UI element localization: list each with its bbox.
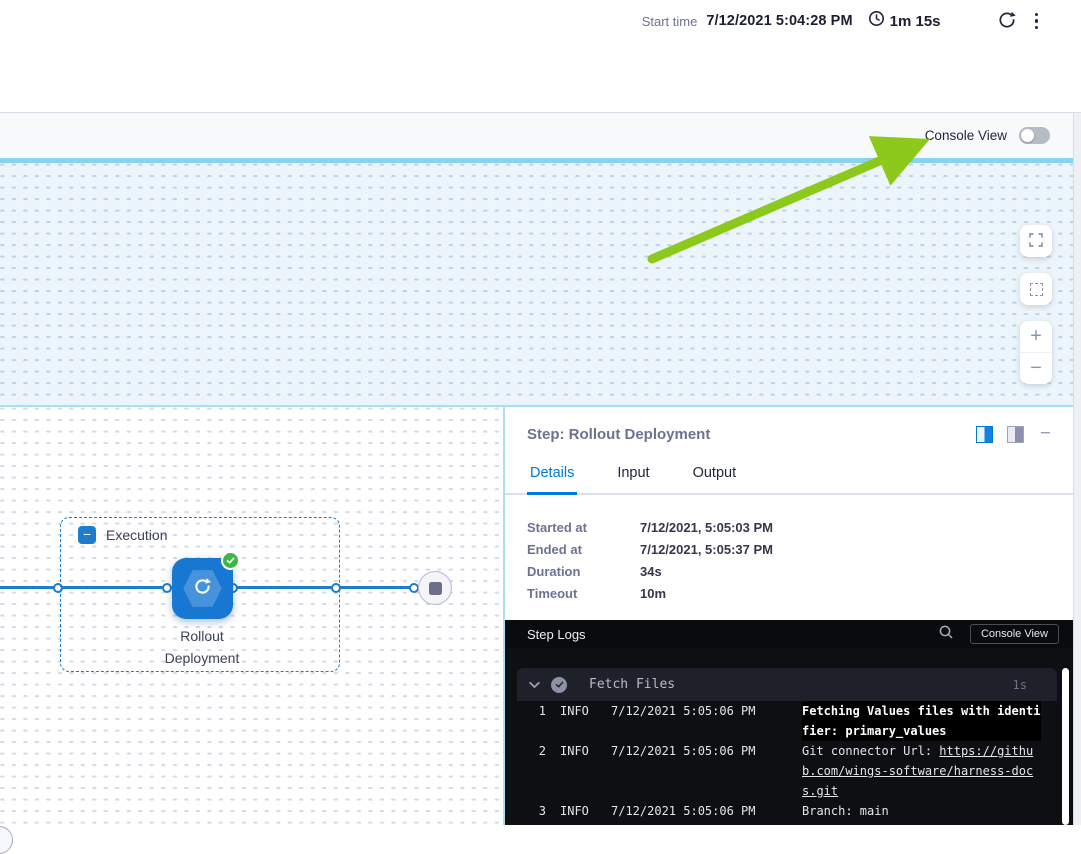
logs-scrollbar[interactable] — [1062, 668, 1069, 825]
more-options-button[interactable] — [1033, 11, 1041, 32]
step-logs-header: Step Logs Console View — [505, 620, 1073, 648]
zoom-in-button[interactable]: + — [1020, 321, 1052, 353]
layout-bottom-icon[interactable] — [1007, 426, 1024, 443]
canvas-zoom-controls: + − — [1020, 225, 1052, 384]
log-group-duration: 1s — [1013, 678, 1027, 692]
field-value: 10m — [640, 586, 773, 601]
start-time-value: 7/12/2021 5:04:28 PM — [706, 13, 852, 29]
logs-console-view-button[interactable]: Console View — [970, 624, 1059, 644]
log-timestamp: 7/12/2021 5:05:06 PM — [611, 701, 757, 721]
end-node[interactable] — [418, 571, 452, 605]
tab-output[interactable]: Output — [690, 463, 740, 495]
node-label: Rollout Deployment — [142, 625, 262, 669]
stop-icon — [429, 582, 442, 595]
zoom-button-group: + − — [1020, 321, 1052, 384]
success-badge-icon — [221, 551, 240, 570]
rollout-icon — [192, 576, 213, 602]
zoom-out-icon: − — [1030, 358, 1042, 378]
execution-group-label: Execution — [106, 527, 167, 543]
toggle-knob — [1021, 129, 1034, 142]
collapse-group-button[interactable]: − — [78, 526, 96, 544]
log-line-number: 3 — [517, 801, 546, 821]
log-level: INFO — [560, 801, 590, 821]
tab-details[interactable]: Details — [527, 463, 577, 495]
minimize-icon: − — [1040, 423, 1051, 444]
search-icon[interactable] — [938, 624, 954, 645]
zoom-in-icon: + — [1030, 326, 1042, 346]
console-view-label: Console View — [925, 128, 1007, 143]
zoom-out-button[interactable]: − — [1020, 353, 1052, 385]
page-scrollbar-track[interactable] — [1073, 113, 1081, 825]
clock-icon — [868, 10, 885, 32]
logs-header-actions: Console View — [938, 624, 1059, 645]
field-label: Timeout — [527, 586, 640, 601]
step-detail-fields: Started at 7/12/2021, 5:05:03 PM Ended a… — [527, 520, 773, 601]
log-row: 3 INFO 7/12/2021 5:05:06 PM Branch: main — [505, 801, 1057, 821]
field-value: 7/12/2021, 5:05:03 PM — [640, 520, 773, 535]
group-success-icon — [551, 677, 567, 693]
step-graph-canvas[interactable]: − Execution Rollout Deployment — [0, 407, 505, 825]
tab-input[interactable]: Input — [614, 463, 652, 495]
top-bar: Start time 7/12/2021 5:04:28 PM 1m 15s — [0, 0, 1081, 113]
fullscreen-button[interactable] — [1020, 225, 1052, 257]
log-line-number: 2 — [517, 741, 546, 761]
elapsed-time-value: 1m 15s — [890, 13, 941, 30]
collapse-icon: − — [83, 527, 91, 541]
log-group-fetch-files[interactable]: Fetch Files 1s — [517, 668, 1057, 701]
kebab-icon — [1035, 13, 1039, 17]
fullscreen-icon — [1029, 233, 1043, 250]
rollout-deployment-node[interactable] — [172, 558, 233, 619]
log-message: Fetching Values files with identifier: p… — [802, 701, 1041, 741]
log-message: Branch: main — [802, 801, 1041, 821]
start-node-partial — [0, 826, 13, 854]
step-logs-panel: Step Logs Console View Fetch Files 1s 1 … — [505, 620, 1073, 825]
log-timestamp: 7/12/2021 5:05:06 PM — [611, 741, 757, 761]
field-value: 7/12/2021, 5:05:37 PM — [640, 542, 773, 557]
panel-layout-controls: − — [976, 426, 1053, 443]
log-timestamp: 7/12/2021 5:05:06 PM — [611, 801, 757, 821]
step-panel-title: Step: Rollout Deployment — [527, 426, 710, 443]
stage-toolbar: Console View — [0, 113, 1073, 158]
field-value: 34s — [640, 564, 773, 579]
chevron-down-icon — [529, 676, 540, 694]
fit-to-screen-button[interactable] — [1020, 273, 1052, 305]
log-row: 2 INFO 7/12/2021 5:05:06 PM Git connecto… — [505, 741, 1057, 801]
field-label: Duration — [527, 564, 640, 579]
log-lines: 1 INFO 7/12/2021 5:05:06 PM Fetching Val… — [505, 701, 1057, 825]
minimize-panel-button[interactable]: − — [1038, 427, 1053, 441]
rollout-hexagon — [183, 569, 223, 609]
log-group-name: Fetch Files — [589, 677, 675, 692]
refresh-button[interactable] — [995, 8, 1019, 35]
elapsed-time: 1m 15s — [868, 10, 941, 32]
field-label: Started at — [527, 520, 640, 535]
log-message-prefix: Git connector Url: — [802, 744, 939, 758]
console-view-toggle-group: Console View — [925, 113, 1050, 158]
step-panel-tabs: Details Input Output — [505, 463, 1073, 495]
log-level: INFO — [560, 741, 590, 761]
start-time-label: Start time — [642, 14, 698, 29]
step-panel-header: Step: Rollout Deployment − — [527, 423, 1053, 445]
console-view-toggle[interactable] — [1019, 127, 1050, 144]
layout-right-icon[interactable] — [976, 426, 993, 443]
fit-to-screen-icon — [1030, 283, 1043, 296]
stage-graph-canvas[interactable]: + − — [0, 163, 1073, 405]
panel-divider — [503, 405, 505, 825]
log-row: 1 INFO 7/12/2021 5:05:06 PM Fetching Val… — [505, 701, 1057, 741]
log-level: INFO — [560, 701, 590, 721]
step-logs-title: Step Logs — [527, 627, 586, 642]
execution-meta: Start time 7/12/2021 5:04:28 PM 1m 15s — [642, 7, 1040, 35]
step-details-panel: Step: Rollout Deployment − Details Input… — [505, 407, 1073, 620]
refresh-icon — [997, 10, 1017, 33]
field-label: Ended at — [527, 542, 640, 557]
log-line-number: 1 — [517, 701, 546, 721]
log-message: Git connector Url: https://github.com/wi… — [802, 741, 1041, 801]
